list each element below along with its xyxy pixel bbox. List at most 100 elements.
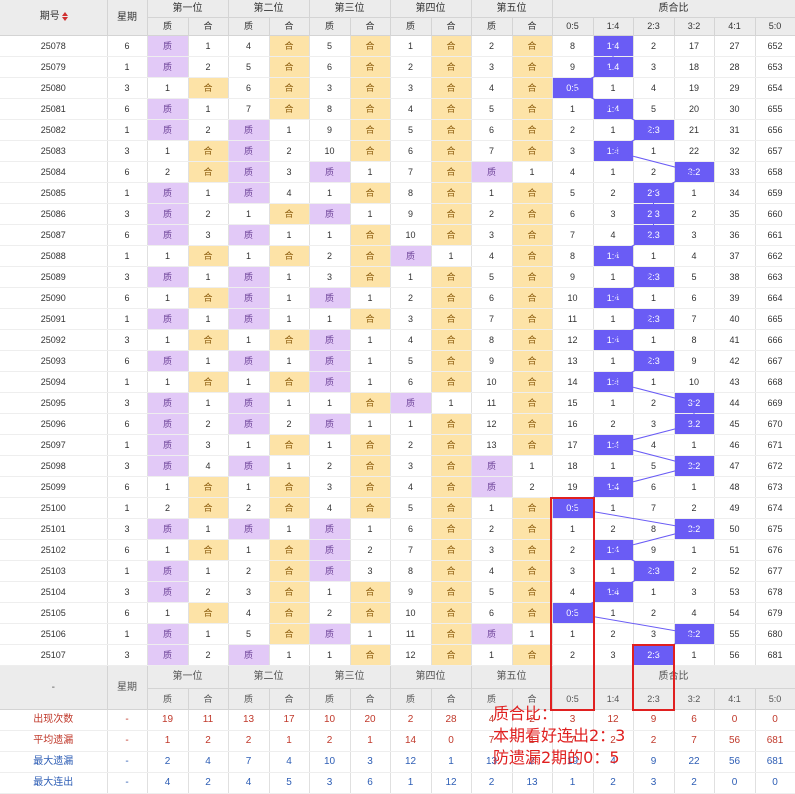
week-cell: 1 (107, 434, 148, 456)
prime-composite-trend-table: 期号 星期 第一位 第二位 第三位 第四位 第五位 质合比 质合质合质合质合质合… (0, 0, 795, 794)
omit-cell: 12 (390, 644, 432, 666)
week-cell: 3 (107, 140, 148, 162)
zhi-hit-cell: 质 (228, 308, 270, 330)
week-cell: 3 (107, 455, 148, 477)
sort-icon[interactable] (61, 12, 68, 22)
table-row: 25102 6 1 合 1 合质 2 7 合 3 合 2 1:4 9 1 51 676 (0, 539, 795, 561)
ratio-omit-cell: 54 (714, 602, 756, 624)
week-cell: 3 (107, 518, 148, 540)
stats-value: 1 (552, 772, 594, 794)
table-row: 25082 1 质 2 质 1 9 合 5 合 6 合 2 1 2:3 21 31 656 (0, 119, 795, 141)
stats-week: - (107, 772, 148, 794)
ratio-hit-cell: 2:3 (633, 644, 675, 666)
issue-cell: 25104 (0, 581, 108, 603)
he-hit-cell: 合 (269, 560, 310, 582)
zhi-hit-cell: 质 (309, 623, 351, 645)
he-hit-cell: 合 (431, 56, 472, 78)
ratio-omit-cell: 2 (633, 161, 675, 183)
footer-sub-ratio: 5:0 (755, 688, 795, 710)
omit-cell: 1 (269, 392, 310, 414)
he-hit-cell: 合 (350, 266, 391, 288)
omit-cell: 1 (309, 392, 351, 414)
omit-cell: 4 (471, 77, 513, 99)
ratio-omit-cell: 668 (755, 371, 795, 393)
omit-cell: 1 (350, 518, 391, 540)
ratio-omit-cell: 5 (552, 182, 594, 204)
omit-cell: 1 (350, 329, 391, 351)
stats-value: 56 (714, 730, 756, 752)
omit-cell: 3 (309, 476, 351, 498)
omit-cell: 1 (269, 266, 310, 288)
omit-cell: 2 (228, 497, 270, 519)
omit-cell: 1 (309, 434, 351, 456)
week-cell: 1 (107, 560, 148, 582)
omit-cell: 4 (471, 560, 513, 582)
ratio-omit-cell: 10 (552, 287, 594, 309)
he-hit-cell: 合 (431, 644, 472, 666)
omit-cell: 1 (188, 308, 229, 330)
ratio-omit-cell: 8 (633, 518, 675, 540)
ratio-omit-cell: 1 (593, 266, 634, 288)
zhi-hit-cell: 质 (309, 560, 351, 582)
zhi-hit-cell: 质 (147, 623, 189, 645)
issue-cell: 25082 (0, 119, 108, 141)
stats-value: 28 (431, 709, 472, 731)
he-hit-cell: 合 (350, 581, 391, 603)
zhi-hit-cell: 质 (309, 539, 351, 561)
col-week-header: 星期 (107, 0, 148, 36)
omit-cell: 4 (188, 455, 229, 477)
annotation-line-1: 质合比： (493, 704, 558, 723)
stats-week: - (107, 709, 148, 731)
ratio-omit-cell: 664 (755, 287, 795, 309)
ratio-omit-cell: 663 (755, 266, 795, 288)
zhi-hit-cell: 质 (228, 287, 270, 309)
zhi-hit-cell: 质 (390, 392, 432, 414)
he-hit-cell: 合 (188, 476, 229, 498)
zhi-hit-cell: 质 (309, 329, 351, 351)
omit-cell: 5 (471, 266, 513, 288)
ratio-omit-cell: 28 (714, 56, 756, 78)
ratio-omit-cell: 8 (552, 245, 594, 267)
stats-label: 最大连出 (0, 772, 108, 794)
zhi-hit-cell: 质 (147, 35, 189, 57)
he-hit-cell: 合 (269, 56, 310, 78)
ratio-omit-cell: 4 (552, 161, 594, 183)
omit-cell: 2 (390, 287, 432, 309)
he-hit-cell: 合 (512, 77, 553, 99)
omit-cell: 3 (471, 56, 513, 78)
stats-row: 最大连出 -4 2 4 5 3 6 1 12 2 13 1 2 3 2 0 0 (0, 772, 795, 794)
omit-cell: 2 (147, 497, 189, 519)
ratio-omit-cell: 5 (633, 455, 675, 477)
omit-cell: 6 (390, 371, 432, 393)
ratio-hit-cell: 2:3 (633, 266, 675, 288)
stats-value: 9 (633, 751, 675, 773)
ratio-omit-cell: 678 (755, 581, 795, 603)
ratio-omit-cell: 7 (633, 497, 675, 519)
zhi-hit-cell: 质 (228, 455, 270, 477)
stats-value: 13 (228, 709, 270, 731)
he-hit-cell: 合 (512, 245, 553, 267)
table-row: 25094 1 1 合 1 合质 1 6 合 10 合 14 1:4 1 10 43 668 (0, 371, 795, 393)
omit-cell: 1 (147, 77, 189, 99)
ratio-omit-cell: 1 (552, 518, 594, 540)
col-issue-header[interactable]: 期号 (0, 0, 108, 36)
table-row: 25095 3 质 1 质 1 1 合质 1 11 合 15 1 2 3:2 44 669 (0, 392, 795, 414)
issue-cell: 25099 (0, 476, 108, 498)
ratio-omit-cell: 681 (755, 644, 795, 666)
omit-cell: 1 (350, 623, 391, 645)
stats-value: 7 (674, 730, 715, 752)
issue-cell: 25081 (0, 98, 108, 120)
stats-value: 1 (350, 730, 391, 752)
stats-label: 平均遗漏 (0, 730, 108, 752)
ratio-omit-cell: 19 (674, 77, 715, 99)
ratio-omit-cell: 1 (633, 371, 675, 393)
col-pos2-header: 第二位 (228, 0, 310, 18)
ratio-omit-cell: 9 (552, 266, 594, 288)
omit-cell: 4 (390, 98, 432, 120)
ratio-hit-cell: 3:2 (674, 392, 715, 414)
ratio-omit-cell: 2 (593, 518, 634, 540)
he-hit-cell: 合 (512, 35, 553, 57)
ratio-omit-cell: 7 (552, 224, 594, 246)
omit-cell: 1 (188, 392, 229, 414)
zhi-hit-cell: 质 (147, 266, 189, 288)
